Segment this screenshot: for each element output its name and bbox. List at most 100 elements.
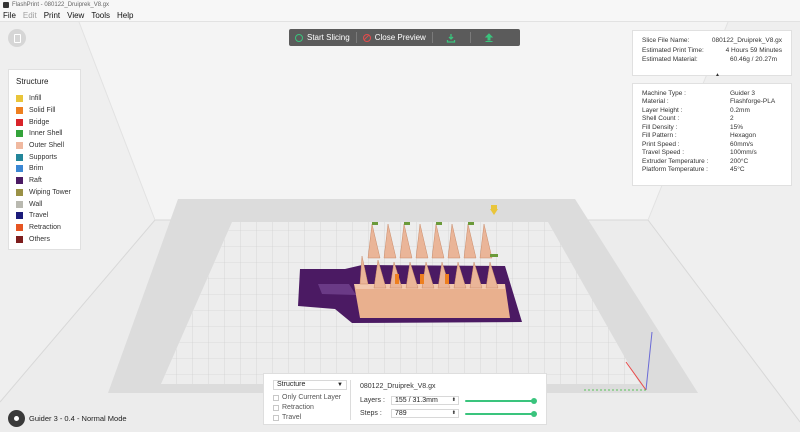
legend-swatch [16,130,23,138]
legend-swatch [16,153,23,161]
export-button[interactable] [433,29,470,46]
legend-label: Travel [29,212,49,220]
info-value: 200°C [730,157,749,165]
print-setting-row: Fill Pattern : Hexagon [642,132,782,141]
menu-help[interactable]: Help [117,11,133,20]
legend-item: Wall [16,198,73,210]
steps-label: Steps : [360,410,382,417]
close-preview-button[interactable]: Close Preview [357,29,432,46]
slider-handle[interactable] [531,398,537,404]
travel-checkbox[interactable]: Travel [273,414,301,421]
file-info-row: Slice File Name: 080122_Druiprek_V8.gx [642,36,782,46]
back-wall [79,22,728,220]
stepper-arrows-icon: ⬍ [451,397,456,403]
info-value: 0.2mm [730,106,750,114]
steps-slider[interactable] [465,411,537,417]
print-settings-panel: Machine Type : Guider 3 Material : Flashfor… [632,83,792,186]
legend-item: Wiping Tower [16,187,73,199]
file-info-row: Estimated Print Time: 4 Hours 59 Minutes [642,46,782,56]
legend-swatch [16,107,23,115]
legend-label: Brim [29,165,44,173]
info-value: 4 Hours 59 Minutes [725,46,782,54]
legend-title: Structure [16,77,49,86]
info-value: 60mm/s [730,140,754,148]
slider-handle[interactable] [531,411,537,417]
menu-file[interactable]: File [3,11,16,20]
layers-slider[interactable] [465,398,537,404]
legend-label: Supports [29,153,58,161]
model-list-button[interactable] [8,29,26,47]
print-setting-row: Material : Flashforge-PLA [642,98,782,107]
legend-item: Outer Shell [16,140,73,152]
info-label: Layer Height : [642,106,683,114]
info-value: 60.46g / 20.27m [730,56,777,64]
layers-label: Layers : [360,397,385,404]
menu-view[interactable]: View [67,11,84,20]
play-circle-icon [295,33,303,42]
info-value: 100mm/s [730,149,757,157]
legend-label: Wiping Tower [29,188,71,196]
print-setting-row: Platform Temperature : 45°C [642,166,782,175]
legend-swatch [16,142,23,150]
window-title: FlashPrint - 080122_Druiprek_V8.gx [12,1,110,8]
print-setting-row: Machine Type : Guider 3 [642,89,782,98]
legend-swatch [16,188,23,196]
printed-part-base [354,284,510,318]
legend-swatch [16,95,23,103]
legend-swatch [16,223,23,231]
print-setting-row: Travel Speed : 100mm/s [642,149,782,158]
legend-swatch [16,118,23,126]
send-to-printer-button[interactable] [471,29,508,46]
printer-icon[interactable] [8,410,25,427]
info-value: 15% [730,123,744,131]
print-setting-row: Shell Count : 2 [642,115,782,124]
legend-swatch [16,165,23,173]
legend-item: Bridge [16,116,73,128]
info-label: Fill Pattern : [642,132,677,140]
collapse-caret-icon[interactable]: ▲ [715,72,720,78]
info-label: Estimated Material: [642,56,698,64]
legend-item: Retraction [16,222,73,234]
legend-swatch [16,177,23,185]
steps-stepper[interactable]: 789 ⬍ [391,409,459,418]
info-label: Shell Count : [642,115,680,123]
start-slicing-button[interactable]: Start Slicing [289,29,356,46]
only-current-layer-checkbox[interactable]: Only Current Layer [273,394,341,401]
legend-item: Inner Shell [16,128,73,140]
view-mode-select[interactable]: Structure ▼ [273,380,347,390]
print-setting-row: Fill Density : 15% [642,123,782,132]
preview-toolbar: Start Slicing Close Preview [289,29,520,46]
legend-label: Inner Shell [29,130,63,138]
menu-edit[interactable]: Edit [23,11,37,20]
menu-print[interactable]: Print [44,11,60,20]
status-text: Guider 3 - 0.4 - Normal Mode [29,414,127,423]
structure-legend: Structure Infill Solid Fill Bridge Inner Sh… [8,69,81,250]
info-value: 45°C [730,166,745,174]
document-icon [13,33,21,43]
info-value: 080122_Druiprek_V8.gx [711,37,782,45]
legend-item: Infill [16,93,73,105]
info-label: Material : [642,98,669,106]
info-label: Platform Temperature : [642,166,708,174]
legend-label: Others [29,235,51,243]
legend-label: Infill [29,95,42,103]
print-setting-row: Extruder Temperature : 200°C [642,157,782,166]
layers-stepper[interactable]: 155 / 31.3mm ⬍ [391,396,459,405]
legend-label: Retraction [29,223,61,231]
menu-tools[interactable]: Tools [91,11,110,20]
legend-item: Solid Fill [16,105,73,117]
info-label: Extruder Temperature : [642,157,709,165]
legend-label: Raft [29,177,42,185]
legend-swatch [16,235,23,243]
legend-label: Outer Shell [29,142,65,150]
app-logo-icon [3,1,9,8]
menu-bar: File Edit Print View Tools Help [0,9,800,22]
legend-label: Solid Fill [29,107,56,115]
legend-item: Travel [16,210,73,222]
info-label: Estimated Print Time: [642,46,704,54]
info-label: Print Speed : [642,140,680,148]
legend-item: Supports [16,151,73,163]
download-icon [447,33,456,43]
legend-item: Brim [16,163,73,175]
retraction-checkbox[interactable]: Retraction [273,404,314,411]
